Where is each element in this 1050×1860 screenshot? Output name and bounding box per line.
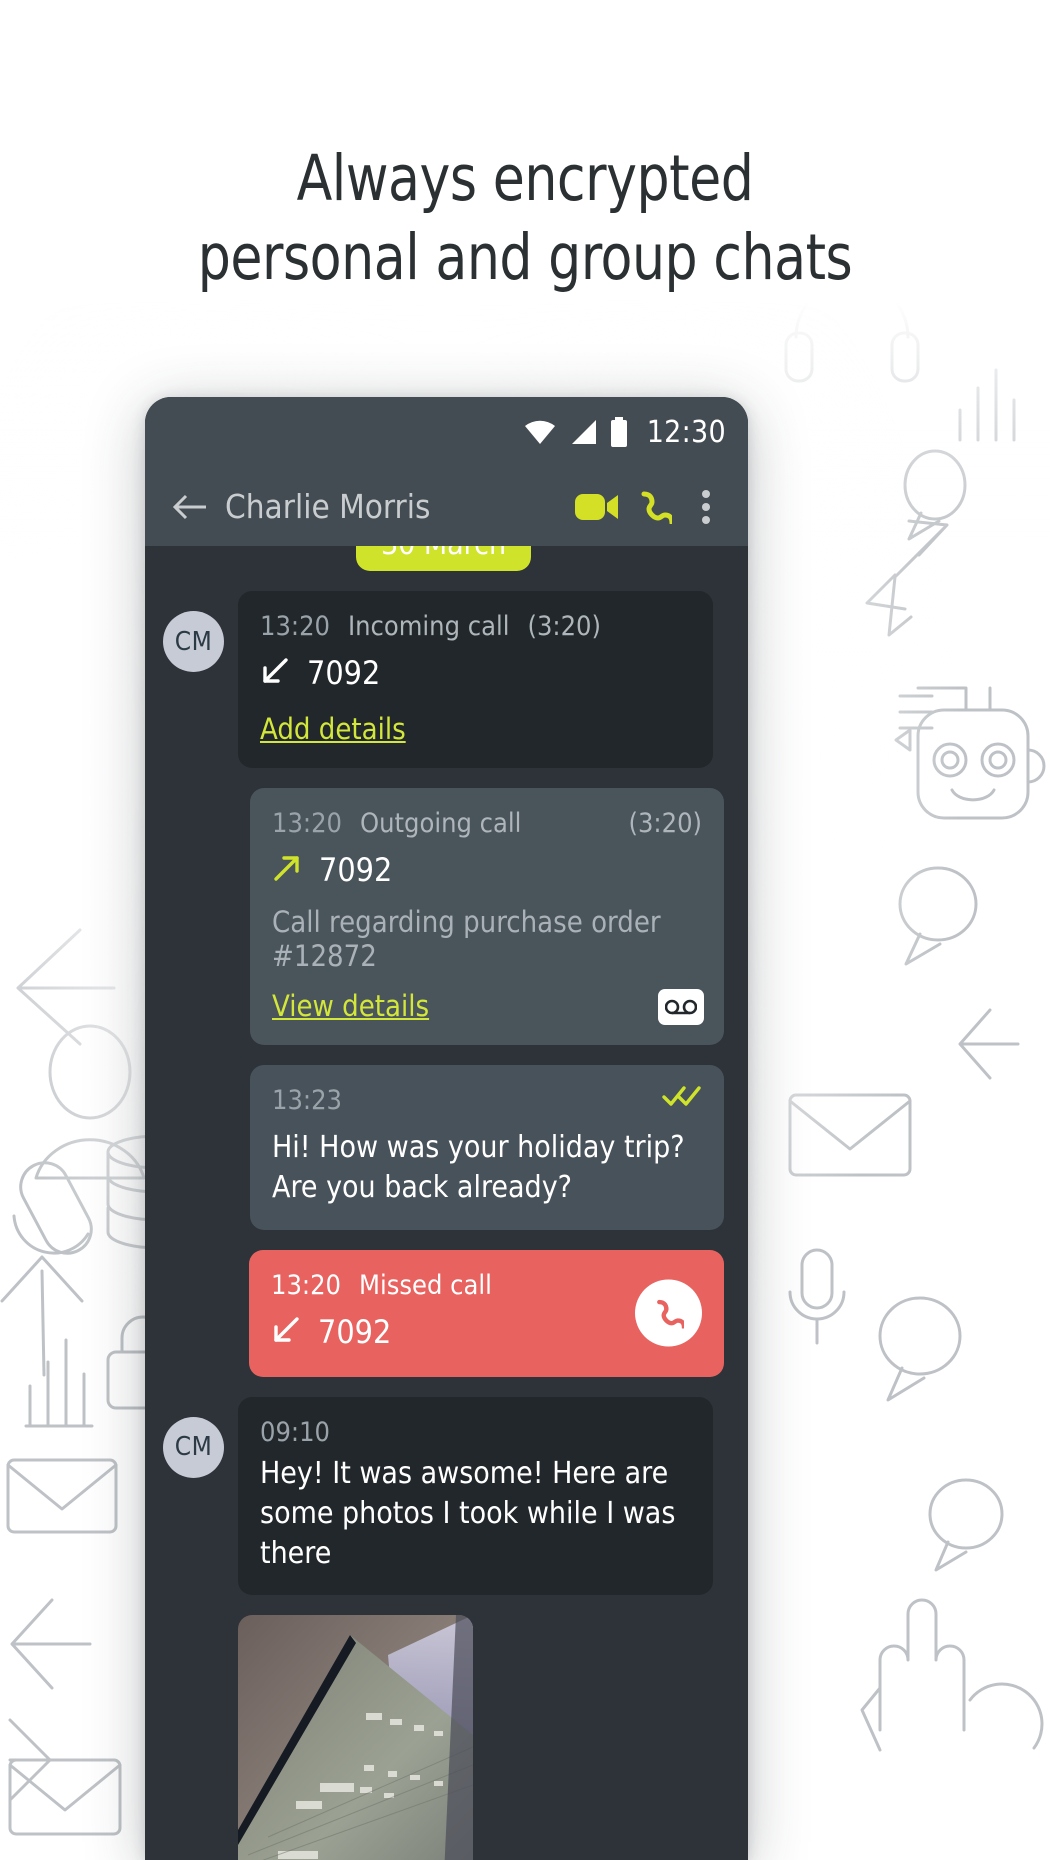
callback-phone-handset-icon[interactable] [635,1279,702,1347]
call-note: Call regarding purchase order #12872 [272,905,661,973]
outgoing-text-bubble[interactable]: 13:23 Hi! How was your holiday trip? Are… [250,1065,724,1230]
avatar: CM [163,611,224,672]
hero-line-2: personal and group chats [197,220,853,294]
message-row-incoming-call: CM 13:20 Incoming call (3:20) 7092 Add d… [163,591,724,768]
incoming-text-bubble[interactable]: 09:10 Hey! It was awsome! Here are some … [238,1396,713,1596]
status-bar-time: 12:30 [646,414,726,450]
message-time: 13:23 [272,1085,342,1116]
missed-call-bubble[interactable]: 13:20 Missed call 7092 [249,1249,724,1377]
app-bar: Charlie Morris [145,467,748,546]
call-meta: 13:20 Incoming call (3:20) [260,611,691,642]
kebab-menu-icon[interactable] [684,489,728,524]
wifi-icon [523,419,557,445]
call-duration: (3:20) [628,808,703,839]
message-time: 13:20 [272,808,342,839]
call-number: 7092 [319,851,393,889]
message-row-incoming-photo [163,1615,724,1860]
message-row-incoming-text: CM 09:10 Hey! It was awsome! Here are so… [163,1396,724,1596]
double-check-icon [662,1085,702,1111]
message-meta: 13:23 [272,1085,702,1116]
outgoing-call-bubble[interactable]: 13:20 Outgoing call (3:20) 7092 Call reg… [250,788,724,1045]
incoming-call-bubble[interactable]: 13:20 Incoming call (3:20) 7092 Add deta… [238,591,713,768]
call-number: 7092 [318,1312,392,1351]
date-chip-label: 30 March [355,546,532,571]
status-bar: 12:30 [145,397,748,467]
message-time: 09:10 [260,1416,330,1448]
call-outgoing-arrow-icon [272,853,302,887]
call-number: 7092 [307,654,381,692]
contact-name: Charlie Morris [225,487,431,526]
call-incoming-arrow-icon [260,656,290,690]
page-title: Always encrypted personal and group chat… [42,140,1008,298]
call-number-line: 7092 [272,851,702,889]
call-kind: Outgoing call [360,808,522,839]
phone-handset-icon[interactable] [626,490,684,524]
chat-scroll-area[interactable]: 30 March CM 13:20 Incoming call (3:20) [145,546,748,1860]
call-incoming-arrow-icon [271,1315,301,1349]
escalator-photo [238,1615,473,1860]
message-time: 13:20 [271,1269,341,1301]
message-text: Hey! It was awsome! Here are some photos… [260,1455,676,1571]
message-time: 13:20 [260,611,330,642]
avatar: CM [163,1416,224,1478]
call-meta: 13:20 Missed call [271,1270,702,1301]
message-row-outgoing-call: 13:20 Outgoing call (3:20) 7092 Call reg… [163,788,724,1045]
call-meta: 13:20 Outgoing call (3:20) [272,808,702,839]
add-details-link[interactable]: Add details [260,712,406,746]
phone-mockup: 12:30 Charlie Morris 30 March CM [145,397,748,1860]
call-duration: (3:20) [527,611,601,642]
message-text: Hi! How was your holiday trip? Are you b… [272,1130,685,1205]
date-separator: 30 March [163,546,724,571]
battery-full-icon [609,417,629,447]
cellular-signal-icon [568,419,598,445]
view-details-link[interactable]: View details [272,989,429,1023]
call-kind: Missed call [359,1269,492,1301]
video-camera-icon[interactable] [568,492,626,522]
message-row-missed-call: 13:20 Missed call 7092 [163,1249,724,1377]
call-kind: Incoming call [348,611,510,642]
photo-bubble[interactable] [238,1615,473,1860]
message-meta: 09:10 [260,1417,691,1448]
hero-line-1: Always encrypted [296,142,754,215]
call-number-line: 7092 [260,654,691,692]
voicemail-icon[interactable] [658,989,704,1025]
arrow-back-icon[interactable] [163,492,217,522]
message-row-outgoing-text: 13:23 Hi! How was your holiday trip? Are… [163,1065,724,1230]
